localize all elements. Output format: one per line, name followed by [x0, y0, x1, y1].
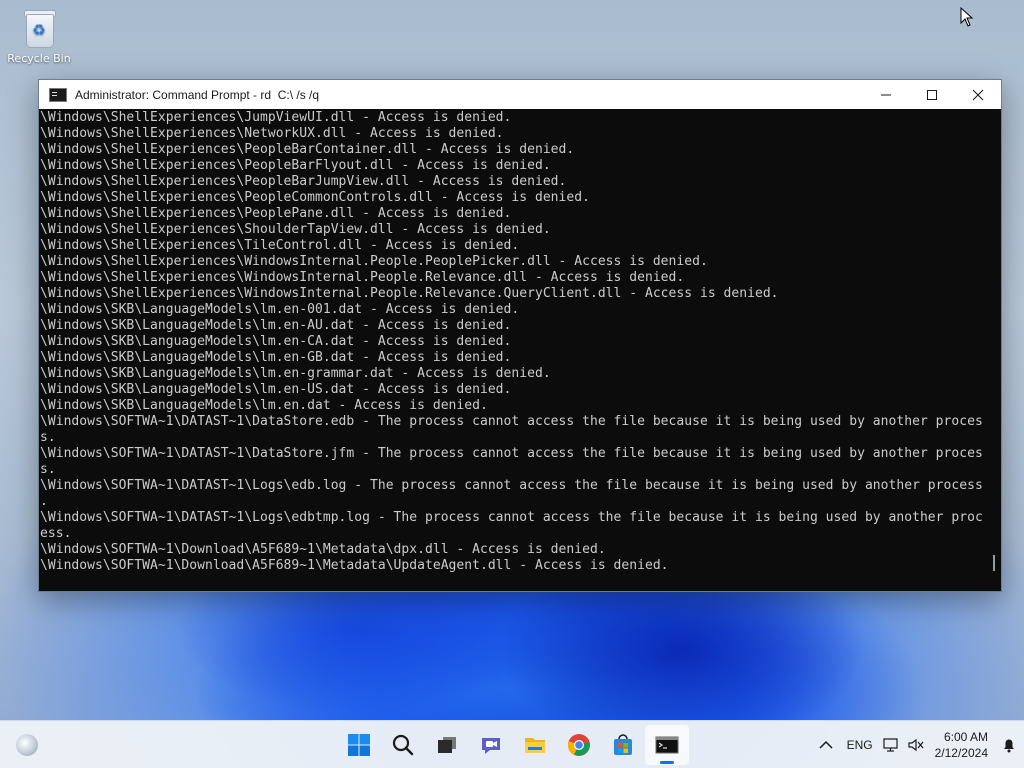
console-line: ess. [40, 526, 72, 541]
console-line: \Windows\ShellExperiences\TileControl.dl… [40, 238, 520, 253]
console-line: \Windows\ShellExperiences\PeopleBarJumpV… [40, 174, 567, 189]
recycle-bin-icon: ♻ [22, 8, 56, 48]
console-line: \Windows\SKB\LanguageModels\lm.en-US.dat… [40, 382, 512, 397]
chat-icon [482, 738, 500, 754]
windows-logo-icon [348, 734, 370, 756]
search-icon [392, 734, 414, 756]
folder-icon [525, 738, 545, 753]
language-label: ENG [846, 738, 873, 752]
console-line: \Windows\SOFTWA~1\DATAST~1\Logs\edbtmp.l… [40, 510, 983, 525]
console-line: \Windows\ShellExperiences\PeopleBarFlyou… [40, 158, 551, 173]
taskbar: ENG 6:00 AM 2/12/2024 [0, 720, 1024, 768]
clock-time: 6:00 AM [943, 730, 988, 744]
language-indicator[interactable]: ENG [841, 721, 879, 768]
console-line: \Windows\SOFTWA~1\Download\A5F689~1\Meta… [40, 558, 669, 573]
console-output[interactable]: \Windows\ShellExperiences\JumpViewUI.dll… [39, 109, 999, 591]
console-line: . [40, 494, 48, 509]
search-button[interactable] [381, 725, 425, 765]
command-prompt-window[interactable]: Administrator: Command Prompt - rd C:\ /… [38, 79, 1002, 592]
volume-muted-icon [908, 738, 924, 752]
notification-bell-icon [1004, 739, 1014, 753]
recycle-bin-label: Recycle Bin [7, 52, 71, 65]
minimize-button[interactable] [863, 80, 909, 109]
store-button[interactable] [601, 725, 645, 765]
console-line: \Windows\ShellExperiences\NetworkUX.dll … [40, 126, 504, 141]
console-line: \Windows\SKB\LanguageModels\lm.en.dat - … [40, 398, 488, 413]
start-button[interactable] [337, 725, 381, 765]
store-icon [614, 734, 632, 755]
taskbar-apps [337, 725, 689, 765]
console-line: \Windows\ShellExperiences\JumpViewUI.dll… [40, 110, 512, 125]
close-button[interactable] [955, 80, 1001, 109]
task-view-icon [438, 737, 456, 753]
chevron-up-icon [819, 740, 833, 749]
clock[interactable]: 6:00 AM 2/12/2024 [929, 721, 994, 768]
minimize-icon [881, 94, 891, 95]
console-line: \Windows\SKB\LanguageModels\lm.en-gramma… [40, 366, 551, 381]
volume-button[interactable] [903, 721, 929, 768]
show-hidden-icons-button[interactable] [811, 721, 841, 768]
console-line: \Windows\ShellExperiences\PeopleCommonCo… [40, 190, 590, 205]
console-line: \Windows\SOFTWA~1\DATAST~1\Logs\edb.log … [40, 478, 983, 493]
console-line: \Windows\SKB\LanguageModels\lm.en-001.da… [40, 302, 520, 317]
clock-date: 2/12/2024 [934, 746, 988, 760]
network-button[interactable] [879, 721, 903, 768]
console-line: \Windows\ShellExperiences\ShoulderTapVie… [40, 222, 551, 237]
console-line: \Windows\ShellExperiences\WindowsInterna… [40, 254, 708, 269]
command-prompt-taskbar-button[interactable] [645, 725, 689, 765]
console-line: \Windows\ShellExperiences\WindowsInterna… [40, 286, 779, 301]
console-app-icon [49, 87, 67, 102]
task-view-button[interactable] [425, 725, 469, 765]
console-line: s. [40, 430, 56, 445]
chat-button[interactable] [469, 725, 513, 765]
desktop-icon-recycle-bin[interactable]: ♻ Recycle Bin [6, 8, 72, 65]
console-line: \Windows\SOFTWA~1\DATAST~1\DataStore.jfm… [40, 446, 983, 461]
console-line: s. [40, 462, 56, 477]
console-line: \Windows\SKB\LanguageModels\lm.en-GB.dat… [40, 350, 512, 365]
maximize-icon [927, 89, 937, 100]
weather-widget-icon[interactable] [16, 734, 38, 756]
console-line: \Windows\SOFTWA~1\Download\A5F689~1\Meta… [40, 542, 606, 557]
console-line: \Windows\SOFTWA~1\DATAST~1\DataStore.edb… [40, 414, 983, 429]
terminal-icon [655, 736, 679, 754]
title-bar[interactable]: Administrator: Command Prompt - rd C:\ /… [39, 80, 1001, 109]
console-line: \Windows\ShellExperiences\WindowsInterna… [40, 270, 685, 285]
console-scrollbar[interactable] [987, 109, 1001, 591]
console-line: \Windows\ShellExperiences\PeoplePane.dll… [40, 206, 512, 221]
window-title: Administrator: Command Prompt - rd C:\ /… [75, 87, 320, 102]
chrome-icon [567, 734, 590, 756]
close-icon [972, 89, 984, 100]
mouse-cursor-icon [960, 7, 974, 27]
console-line: \Windows\SKB\LanguageModels\lm.en-CA.dat… [40, 334, 512, 349]
file-explorer-button[interactable] [513, 725, 557, 765]
network-icon [883, 738, 898, 752]
system-tray: ENG 6:00 AM 2/12/2024 [811, 721, 1024, 768]
chrome-button[interactable] [557, 725, 601, 765]
notifications-button[interactable] [994, 721, 1024, 768]
maximize-button[interactable] [909, 80, 955, 109]
scrollbar-thumb[interactable] [993, 555, 995, 571]
console-line: \Windows\ShellExperiences\PeopleBarConta… [40, 142, 575, 157]
console-line: \Windows\SKB\LanguageModels\lm.en-AU.dat… [40, 318, 512, 333]
